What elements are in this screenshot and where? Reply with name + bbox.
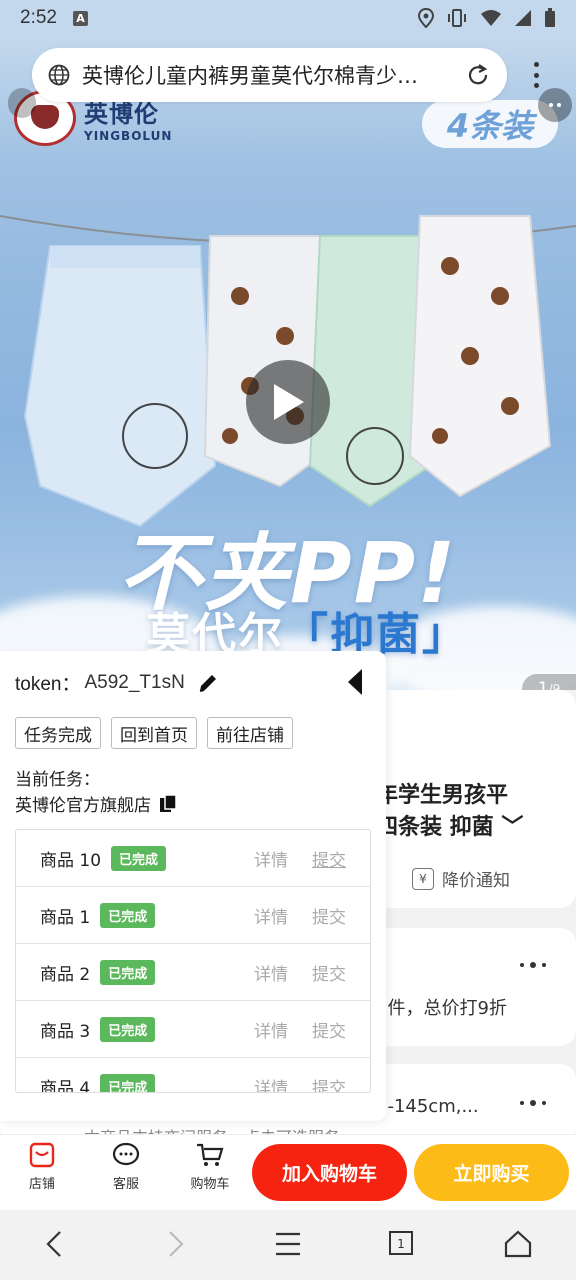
task-list[interactable]: 商品 10 已完成 详情 提交 商品 1 已完成 详情 提交 商品 2 已完成 … [15, 829, 371, 1093]
play-icon [274, 384, 304, 420]
back-button[interactable] [8, 88, 36, 118]
task-row: 商品 2 已完成 详情 提交 [16, 944, 370, 1001]
wifi-icon [481, 10, 501, 26]
submit-link[interactable]: 提交 [312, 903, 346, 928]
brand-name-en: YINGBOLUN [84, 128, 173, 143]
task-row: 商品 10 已完成 详情 提交 [16, 830, 370, 887]
copy-icon[interactable] [159, 793, 177, 814]
buy-now-button[interactable]: 立即购买 [414, 1144, 569, 1201]
task-complete-button[interactable]: 任务完成 [15, 717, 101, 749]
token-label: token： [15, 674, 81, 695]
size-text: 5-145cm,... [376, 1096, 479, 1117]
browser-menu-button[interactable] [530, 62, 542, 88]
back-chevron-icon[interactable] [44, 1230, 66, 1258]
task-row: 商品 3 已完成 详情 提交 [16, 1001, 370, 1058]
battery-icon [545, 8, 555, 27]
notification-icon: A [72, 10, 88, 26]
product-title: 年学生男孩平 四条装 抑菌 ﹀ [376, 783, 524, 840]
status-badge: 已完成 [100, 959, 156, 985]
cart-button[interactable]: 购物车 [180, 1141, 240, 1192]
task-panel: token： A592_T1sN 任务完成 回到首页 前往店铺 当前任务： 英博… [0, 651, 386, 1121]
page-title-url: 英博伦儿童内裤男童莫代尔棉青少… [82, 64, 418, 88]
detail-link[interactable]: 详情 [254, 903, 288, 928]
address-bar[interactable]: 英博伦儿童内裤男童莫代尔棉青少… [32, 48, 507, 102]
chat-icon [112, 1142, 140, 1166]
token-value: A592_T1sN [84, 671, 185, 693]
bottom-action-bar: 店铺 客服 购物车 加入购物车 立即购买 [0, 1134, 576, 1210]
more-options-button[interactable] [538, 88, 572, 122]
detail-link[interactable]: 详情 [254, 1017, 288, 1042]
svg-text:1: 1 [397, 1237, 405, 1251]
menu-lines-icon[interactable] [274, 1230, 302, 1258]
submit-link[interactable]: 提交 [312, 1074, 346, 1093]
reload-icon[interactable] [465, 62, 491, 88]
current-task-label: 当前任务： [15, 770, 100, 790]
price-tag-icon: ¥ [412, 867, 434, 890]
spec-more-icon[interactable] [520, 1100, 546, 1106]
status-badge: 已完成 [100, 1016, 156, 1042]
token-row: token： A592_T1sN [15, 669, 219, 696]
go-to-store-button[interactable]: 前往店铺 [207, 717, 293, 749]
collapse-panel-icon[interactable] [348, 669, 362, 695]
promo-text: 2件，总价打9折 [376, 998, 507, 1019]
globe-icon [48, 64, 70, 86]
system-nav-bar: 1 [0, 1210, 576, 1280]
image-counter: 1/9 [522, 674, 576, 690]
tabs-icon[interactable]: 1 [388, 1230, 416, 1258]
edit-pencil-icon[interactable] [197, 672, 219, 694]
submit-link[interactable]: 提交 [312, 846, 346, 871]
store-button[interactable]: 店铺 [12, 1141, 72, 1192]
status-badge: 已完成 [100, 902, 156, 928]
add-to-cart-button[interactable]: 加入购物车 [252, 1144, 407, 1201]
status-bar: 2:52 A [0, 0, 576, 36]
task-row: 商品 1 已完成 详情 提交 [16, 887, 370, 944]
back-home-button[interactable]: 回到首页 [111, 717, 197, 749]
submit-link[interactable]: 提交 [312, 1017, 346, 1042]
status-badge: 已完成 [111, 845, 167, 871]
cart-icon [197, 1143, 224, 1166]
signal-icon [515, 10, 531, 26]
price-notify-button[interactable]: ¥ 降价通知 [412, 866, 510, 891]
home-icon[interactable] [504, 1230, 532, 1258]
garment-bear-print-2 [408, 215, 552, 498]
submit-link[interactable]: 提交 [312, 960, 346, 985]
task-row: 商品 4 已完成 详情 提交 [16, 1058, 370, 1093]
vibrate-icon [448, 9, 466, 27]
video-play-button[interactable] [246, 360, 330, 444]
store-icon [29, 1142, 55, 1168]
status-badge: 已完成 [100, 1073, 156, 1092]
detail-link[interactable]: 详情 [254, 960, 288, 985]
status-time: 2:52 [20, 7, 57, 28]
forward-chevron-icon[interactable] [164, 1230, 186, 1258]
customer-service-button[interactable]: 客服 [96, 1141, 156, 1192]
promo-more-icon[interactable] [520, 962, 546, 968]
expand-chevron-icon[interactable]: ﹀ [501, 815, 523, 840]
detail-link[interactable]: 详情 [254, 1074, 288, 1093]
location-icon [418, 8, 434, 28]
detail-link[interactable]: 详情 [254, 846, 288, 871]
current-task-store: 英博伦官方旗舰店 [15, 791, 177, 816]
